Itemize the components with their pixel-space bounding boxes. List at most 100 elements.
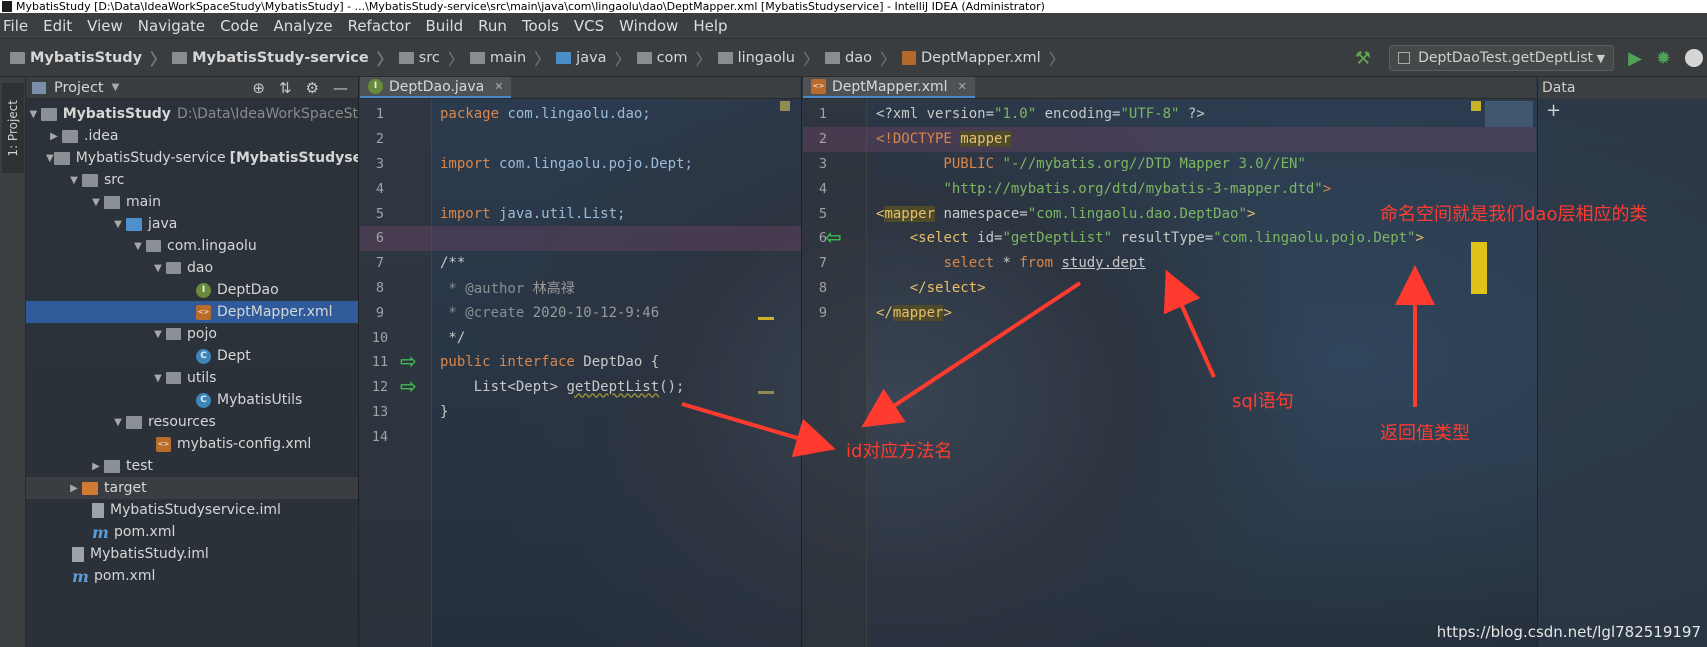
breadcrumb-deptmapper[interactable]: DeptMapper.xml 〉 [902, 46, 1065, 70]
menu-file[interactable]: File [2, 17, 29, 35]
menu-analyze[interactable]: Analyze [272, 17, 333, 35]
menu-refactor[interactable]: Refactor [347, 17, 412, 35]
chevron-down-icon[interactable]: ▼ [130, 241, 146, 252]
tab-deptmapper-xml[interactable]: <> DeptMapper.xml ✕ [803, 77, 975, 98]
chevron-right-icon[interactable]: ▶ [88, 461, 104, 472]
tree-item-test[interactable]: ▶ test [26, 455, 358, 477]
warning-marker[interactable] [758, 317, 774, 320]
close-icon[interactable]: ✕ [958, 80, 967, 93]
chevron-down-icon[interactable]: ▼ [110, 219, 126, 230]
locate-crosshair-icon[interactable]: ⊕ [252, 79, 265, 97]
build-hammer-icon[interactable]: ⚒ [1355, 48, 1371, 69]
tree-item-resources[interactable]: ▼ resources [26, 411, 358, 433]
navigation-bar: MybatisStudy 〉 MybatisStudy-service 〉 src 〉… [0, 39, 1707, 77]
menu-build[interactable]: Build [425, 17, 465, 35]
code-line: 10 */ [371, 330, 466, 347]
menu-run[interactable]: Run [477, 17, 508, 35]
chevron-down-icon[interactable]: ▼ [26, 109, 41, 120]
close-icon[interactable]: ✕ [494, 80, 503, 93]
source-folder-icon [126, 217, 142, 231]
menu-window[interactable]: Window [618, 17, 679, 35]
chevron-down-icon[interactable]: ▼ [110, 417, 126, 428]
tree-item-mybatis-config[interactable]: <> mybatis-config.xml [26, 433, 358, 455]
breadcrumb-service[interactable]: MybatisStudy-service 〉 [172, 46, 393, 70]
inspection-status-icon[interactable] [1471, 101, 1481, 111]
menu-view[interactable]: View [86, 17, 124, 35]
tree-item-service-pom[interactable]: m pom.xml [26, 521, 358, 543]
code-area-left[interactable]: 1 package com.lingaolu.dao; 2 3 import com… [360, 99, 801, 647]
chevron-down-icon[interactable]: ▼ [150, 263, 166, 274]
menu-edit[interactable]: Edit [42, 17, 73, 35]
minimap-preview[interactable] [1485, 101, 1533, 127]
tree-item-mybatisutils[interactable]: C MybatisUtils [26, 389, 358, 411]
breadcrumb-dao[interactable]: dao 〉 [825, 46, 896, 70]
error-stripe-marker[interactable] [1471, 242, 1487, 294]
tree-item-root-pom[interactable]: m pom.xml [26, 565, 358, 587]
tree-item-com-lingaolu[interactable]: ▼ com.lingaolu [26, 235, 358, 257]
package-icon [166, 372, 181, 384]
implemented-arrow-icon[interactable]: ⇨ [400, 349, 417, 373]
tree-item-service[interactable]: ▼ MybatisStudy-service [MybatisStudyse [26, 147, 358, 169]
navigate-back-arrow-icon[interactable]: ⇦ [825, 225, 842, 249]
breadcrumb-main[interactable]: main 〉 [469, 46, 550, 70]
menu-vcs[interactable]: VCS [573, 17, 605, 35]
xml-file-icon: <> [811, 79, 826, 94]
project-panel: Project ▼ ⊕ ⇅ ⚙ — ▼ MybatisStudy D:\Data\I… [26, 77, 359, 647]
tree-item-java[interactable]: ▼ java [26, 213, 358, 235]
project-tool-tab[interactable]: 1: Project [2, 83, 24, 173]
breadcrumb-com[interactable]: com 〉 [636, 46, 712, 70]
chevron-down-icon[interactable]: ▼ [46, 153, 54, 164]
code-line: 11 public interface DeptDao { [371, 354, 660, 371]
code-area-right[interactable]: 1 <?xml version="1.0" encoding="UTF-8" ?>… [803, 99, 1536, 647]
inspection-status-icon[interactable] [780, 101, 790, 111]
menu-code[interactable]: Code [219, 17, 259, 35]
module-folder-icon [53, 151, 70, 165]
xml-file-icon [902, 50, 916, 65]
chevron-down-icon[interactable]: ▼ [112, 82, 120, 93]
add-plus-icon[interactable]: + [1538, 99, 1707, 123]
hide-minus-icon[interactable]: — [333, 79, 348, 97]
project-panel-title[interactable]: Project [54, 80, 104, 96]
chevron-down-icon[interactable]: ▼ [150, 329, 166, 340]
tree-item-src[interactable]: ▼ src [26, 169, 358, 191]
run-configuration-select[interactable]: DeptDaoTest.getDeptList ▼ [1389, 45, 1615, 71]
breadcrumb-mybatisstudy[interactable]: MybatisStudy 〉 [10, 46, 166, 70]
tree-item-target[interactable]: ▶ target [26, 477, 358, 499]
tree-item-utils[interactable]: ▼ utils [26, 367, 358, 389]
config-icon [1398, 52, 1411, 64]
tree-item-pojo[interactable]: ▼ pojo [26, 323, 358, 345]
tree-item-service-iml[interactable]: MybatisStudyservice.iml [26, 499, 358, 521]
tree-item-mybatisstudy-iml[interactable]: MybatisStudy.iml [26, 543, 358, 565]
menu-navigate[interactable]: Navigate [137, 17, 206, 35]
collapse-all-icon[interactable]: ⇅ [279, 79, 292, 97]
tree-item-idea[interactable]: ▶ .idea [26, 125, 358, 147]
tree-item-dao[interactable]: ▼ dao [26, 257, 358, 279]
tree-item-main[interactable]: ▼ main [26, 191, 358, 213]
run-icon[interactable]: ▶ [1628, 48, 1642, 69]
tree-item-deptmapper-xml[interactable]: <> DeptMapper.xml [26, 301, 358, 323]
run-toolbar: ⚒ DeptDaoTest.getDeptList ▼ ▶ ✹ [1355, 39, 1707, 77]
debug-bug-icon[interactable]: ✹ [1656, 48, 1671, 69]
chevron-down-icon[interactable]: ▼ [88, 197, 104, 208]
chevron-down-icon[interactable]: ▼ [150, 373, 166, 384]
breadcrumb-src[interactable]: src 〉 [398, 46, 464, 70]
annotation-namespace: 命名空间就是我们dao层相应的类 [1380, 204, 1648, 225]
gear-icon[interactable]: ⚙ [306, 79, 319, 97]
menu-help[interactable]: Help [692, 17, 728, 35]
coverage-icon[interactable] [1685, 49, 1703, 67]
implemented-arrow-icon[interactable]: ⇨ [400, 374, 417, 398]
tree-item-mybatisstudy[interactable]: ▼ MybatisStudy D:\Data\IdeaWorkSpaceSt [26, 103, 358, 125]
breadcrumb-java[interactable]: java 〉 [556, 46, 631, 70]
tab-deptdao-java[interactable]: I DeptDao.java ✕ [360, 77, 512, 98]
tree-item-deptdao[interactable]: I DeptDao [26, 279, 358, 301]
warning-marker[interactable] [758, 391, 774, 394]
code-line-current: 6 [360, 226, 801, 251]
chevron-right-icon[interactable]: ▶ [46, 131, 62, 142]
chevron-right-icon[interactable]: ▶ [66, 483, 82, 494]
chevron-down-icon[interactable]: ▼ [66, 175, 82, 186]
tree-item-dept[interactable]: C Dept [26, 345, 358, 367]
menu-tools[interactable]: Tools [521, 17, 560, 35]
iml-file-icon [72, 546, 84, 562]
breadcrumb-lingaolu[interactable]: lingaolu 〉 [717, 46, 819, 70]
database-panel-title[interactable]: Data [1538, 77, 1707, 99]
